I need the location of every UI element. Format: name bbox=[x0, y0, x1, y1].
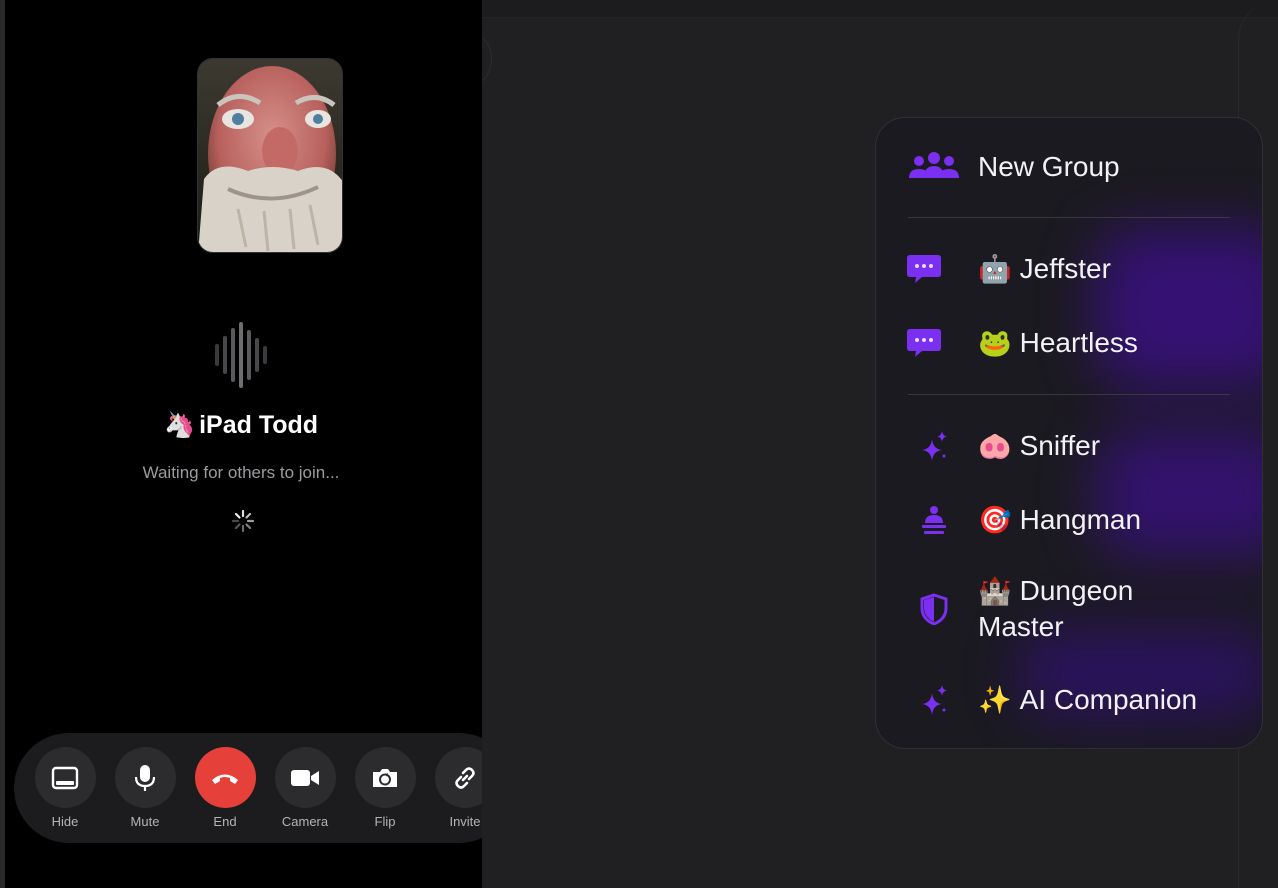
camera-button[interactable]: Camera bbox=[274, 747, 336, 829]
self-video-preview[interactable] bbox=[197, 58, 343, 253]
chat-bubble-icon bbox=[906, 253, 964, 285]
hangman-emoji: 🎯 bbox=[978, 505, 1012, 535]
jeffster-label: Jeffster bbox=[1019, 253, 1111, 284]
people-group-icon bbox=[906, 151, 964, 181]
menu-item-sniffer[interactable]: 🐽 Sniffer bbox=[876, 428, 1262, 464]
heartless-label: Heartless bbox=[1019, 327, 1138, 358]
menu-item-new-group[interactable]: New Group bbox=[876, 146, 1262, 186]
heartless-emoji: 🐸 bbox=[978, 328, 1012, 358]
flip-camera-icon bbox=[354, 747, 416, 808]
menu-item-hangman[interactable]: 🎯 Hangman bbox=[876, 502, 1262, 538]
mute-label: Mute bbox=[130, 814, 160, 829]
panel-edge bbox=[0, 0, 5, 888]
shield-icon bbox=[920, 593, 978, 625]
microphone-icon bbox=[114, 747, 176, 808]
dungeon-master-emoji: 🏰 bbox=[978, 576, 1012, 606]
jeffster-emoji: 🤖 bbox=[978, 254, 1012, 284]
caller-name-text: iPad Todd bbox=[199, 411, 319, 439]
sniffer-emoji: 🐽 bbox=[978, 431, 1012, 461]
hide-label: Hide bbox=[51, 814, 79, 829]
caller-name: 🦄 iPad Todd bbox=[0, 411, 482, 440]
hangman-label: Hangman bbox=[1019, 504, 1142, 535]
end-call-label: End bbox=[213, 814, 237, 829]
video-camera-icon bbox=[274, 747, 336, 808]
sniffer-label: Sniffer bbox=[1019, 430, 1101, 461]
dungeon-master-label-line1: Dungeon bbox=[1019, 575, 1134, 606]
call-status: Waiting for others to join... bbox=[142, 463, 340, 482]
background-toolbar bbox=[482, 0, 1278, 18]
end-call-button[interactable]: End bbox=[194, 747, 256, 829]
menu-item-ai-companion[interactable]: ✨ AI Companion bbox=[876, 682, 1262, 718]
waveform-icon bbox=[215, 322, 267, 388]
hide-button[interactable]: Hide bbox=[34, 747, 96, 829]
sparkles-icon bbox=[920, 683, 978, 717]
menu-divider bbox=[908, 217, 1230, 218]
link-icon bbox=[434, 747, 482, 808]
game-host-icon bbox=[920, 504, 978, 536]
flip-button[interactable]: Flip bbox=[354, 747, 416, 829]
new-group-label: New Group bbox=[978, 150, 1120, 182]
chat-bubble-icon bbox=[906, 327, 964, 359]
new-chat-menu: New Group 🤖 Jeffster 🐸 Heartless 🐽 Sniffer … bbox=[875, 117, 1263, 749]
caller-emoji: 🦄 bbox=[163, 411, 196, 439]
camera-label: Camera bbox=[281, 814, 329, 829]
call-panel: 🦄 iPad Todd Waiting for others to join...… bbox=[0, 0, 482, 888]
invite-label: Invite bbox=[449, 814, 481, 829]
invite-button[interactable]: Invite bbox=[434, 747, 482, 829]
self-video-image bbox=[198, 59, 342, 252]
mute-button[interactable]: Mute bbox=[114, 747, 176, 829]
flip-label: Flip bbox=[374, 814, 396, 829]
menu-item-dungeon-master[interactable]: 🏰 Dungeon Master bbox=[876, 573, 1262, 643]
menu-item-heartless[interactable]: 🐸 Heartless bbox=[876, 325, 1262, 361]
spinner-icon bbox=[231, 509, 255, 533]
hide-icon bbox=[34, 747, 96, 808]
ai-companion-label: AI Companion bbox=[1019, 684, 1198, 715]
ai-companion-emoji: ✨ bbox=[978, 685, 1012, 715]
menu-item-jeffster[interactable]: 🤖 Jeffster bbox=[876, 251, 1262, 287]
sparkles-icon bbox=[920, 429, 978, 463]
end-call-icon bbox=[194, 747, 256, 808]
menu-divider bbox=[908, 394, 1230, 395]
dungeon-master-label-line2: Master bbox=[978, 611, 1064, 642]
